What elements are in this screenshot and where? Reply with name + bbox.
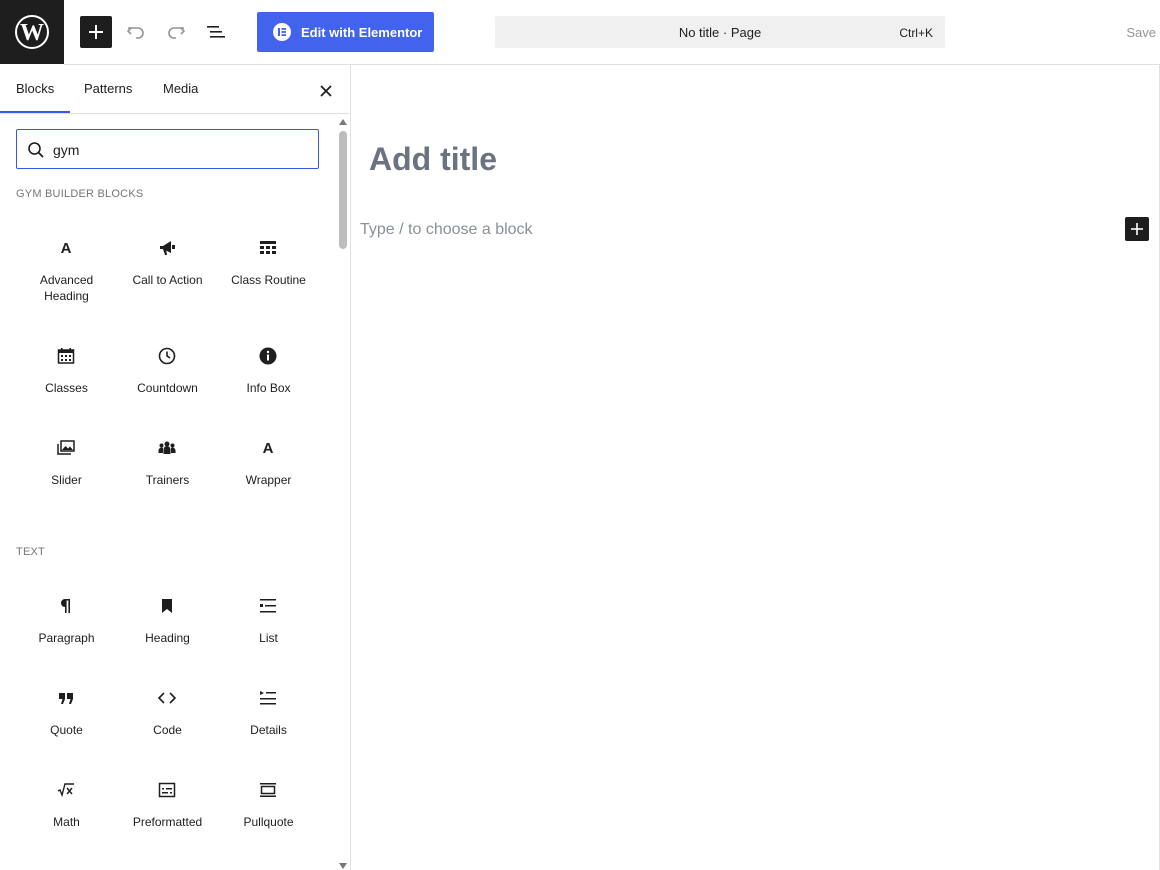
pilcrow-icon bbox=[54, 594, 78, 618]
svg-text:W: W bbox=[20, 20, 44, 46]
block-paragraph[interactable]: Paragraph bbox=[16, 594, 117, 674]
wordpress-logo-button[interactable]: W bbox=[0, 0, 64, 64]
megaphone-icon bbox=[155, 236, 179, 260]
svg-text:A: A bbox=[61, 240, 72, 257]
pullquote-icon bbox=[256, 778, 280, 802]
images-icon bbox=[54, 436, 78, 460]
close-inserter-button[interactable] bbox=[314, 79, 338, 103]
inserter-sidebar: Blocks Patterns Media Gym Builder Blocks… bbox=[0, 65, 351, 870]
command-shortcut: Ctrl+K bbox=[899, 26, 933, 40]
undo-icon bbox=[126, 27, 144, 39]
scrollbar-thumb[interactable] bbox=[339, 131, 347, 249]
block-inserter-toggle[interactable] bbox=[80, 16, 112, 48]
document-title: No title · Page bbox=[678, 25, 762, 40]
editor-header: W Edit with Elementor No title · Page Ct… bbox=[0, 0, 1160, 64]
block-search-input[interactable] bbox=[53, 140, 303, 160]
search-icon bbox=[28, 142, 44, 158]
scroll-down-arrow-icon[interactable] bbox=[339, 863, 347, 869]
block-slider[interactable]: Slider bbox=[16, 436, 117, 516]
redo-button[interactable] bbox=[160, 16, 192, 48]
block-advanced-heading[interactable]: A Advanced Heading bbox=[16, 236, 117, 316]
block-info-box[interactable]: Info Box bbox=[218, 344, 319, 424]
document-overview-button[interactable] bbox=[200, 16, 232, 48]
plus-icon bbox=[89, 25, 103, 39]
wordpress-icon: W bbox=[15, 15, 49, 49]
letter-a-icon: A bbox=[256, 436, 280, 460]
command-palette-bar[interactable]: No title · Page Ctrl+K bbox=[495, 16, 945, 48]
block-class-routine[interactable]: Class Routine bbox=[218, 236, 319, 316]
list-icon bbox=[256, 594, 280, 618]
editor-canvas: Add title Type / to choose a block bbox=[351, 65, 1160, 870]
edit-with-elementor-button[interactable]: Edit with Elementor bbox=[257, 12, 434, 52]
details-icon bbox=[256, 686, 280, 710]
users-icon bbox=[155, 436, 179, 460]
svg-text:A: A bbox=[263, 440, 274, 457]
block-code[interactable]: Code bbox=[117, 686, 218, 766]
table-icon bbox=[256, 236, 280, 260]
default-block-appender[interactable]: Type / to choose a block bbox=[360, 221, 533, 239]
block-details[interactable]: Details bbox=[218, 686, 319, 766]
tab-media[interactable]: Media bbox=[147, 65, 214, 112]
math-icon bbox=[54, 778, 78, 802]
inserter-tabs: Blocks Patterns Media bbox=[0, 65, 350, 114]
code-icon bbox=[155, 686, 179, 710]
block-countdown[interactable]: Countdown bbox=[117, 344, 218, 424]
undo-button[interactable] bbox=[120, 16, 152, 48]
block-classes[interactable]: Classes bbox=[16, 344, 117, 424]
redo-icon bbox=[168, 27, 186, 39]
block-math[interactable]: Math bbox=[16, 778, 117, 858]
block-trainers[interactable]: Trainers bbox=[117, 436, 218, 516]
info-icon bbox=[256, 344, 280, 368]
plus-icon bbox=[1131, 223, 1143, 235]
category-title: Text bbox=[16, 546, 45, 558]
edit-with-elementor-label: Edit with Elementor bbox=[301, 24, 423, 40]
quote-icon bbox=[54, 686, 78, 710]
block-list[interactable]: List bbox=[218, 594, 319, 674]
scroll-up-arrow-icon[interactable] bbox=[339, 119, 347, 125]
preformatted-icon bbox=[155, 778, 179, 802]
tab-patterns[interactable]: Patterns bbox=[68, 65, 148, 112]
elementor-icon bbox=[273, 23, 291, 41]
block-wrapper[interactable]: A Wrapper bbox=[218, 436, 319, 516]
letter-a-icon: A bbox=[54, 236, 78, 260]
bookmark-icon bbox=[155, 594, 179, 618]
clock-icon bbox=[155, 344, 179, 368]
category-title: Gym Builder Blocks bbox=[16, 188, 144, 200]
post-title-input[interactable]: Add title bbox=[369, 141, 497, 178]
save-button[interactable]: Save bbox=[1126, 25, 1156, 40]
block-preformatted[interactable]: Preformatted bbox=[117, 778, 218, 858]
block-call-to-action[interactable]: Call to Action bbox=[117, 236, 218, 316]
add-block-button[interactable] bbox=[1125, 217, 1149, 241]
block-heading[interactable]: Heading bbox=[117, 594, 218, 674]
block-quote[interactable]: Quote bbox=[16, 686, 117, 766]
tab-blocks[interactable]: Blocks bbox=[0, 65, 71, 113]
calendar-icon bbox=[54, 344, 78, 368]
close-icon bbox=[320, 85, 332, 97]
block-pullquote[interactable]: Pullquote bbox=[218, 778, 319, 858]
list-view-icon bbox=[207, 26, 225, 38]
block-search-field bbox=[16, 129, 319, 169]
